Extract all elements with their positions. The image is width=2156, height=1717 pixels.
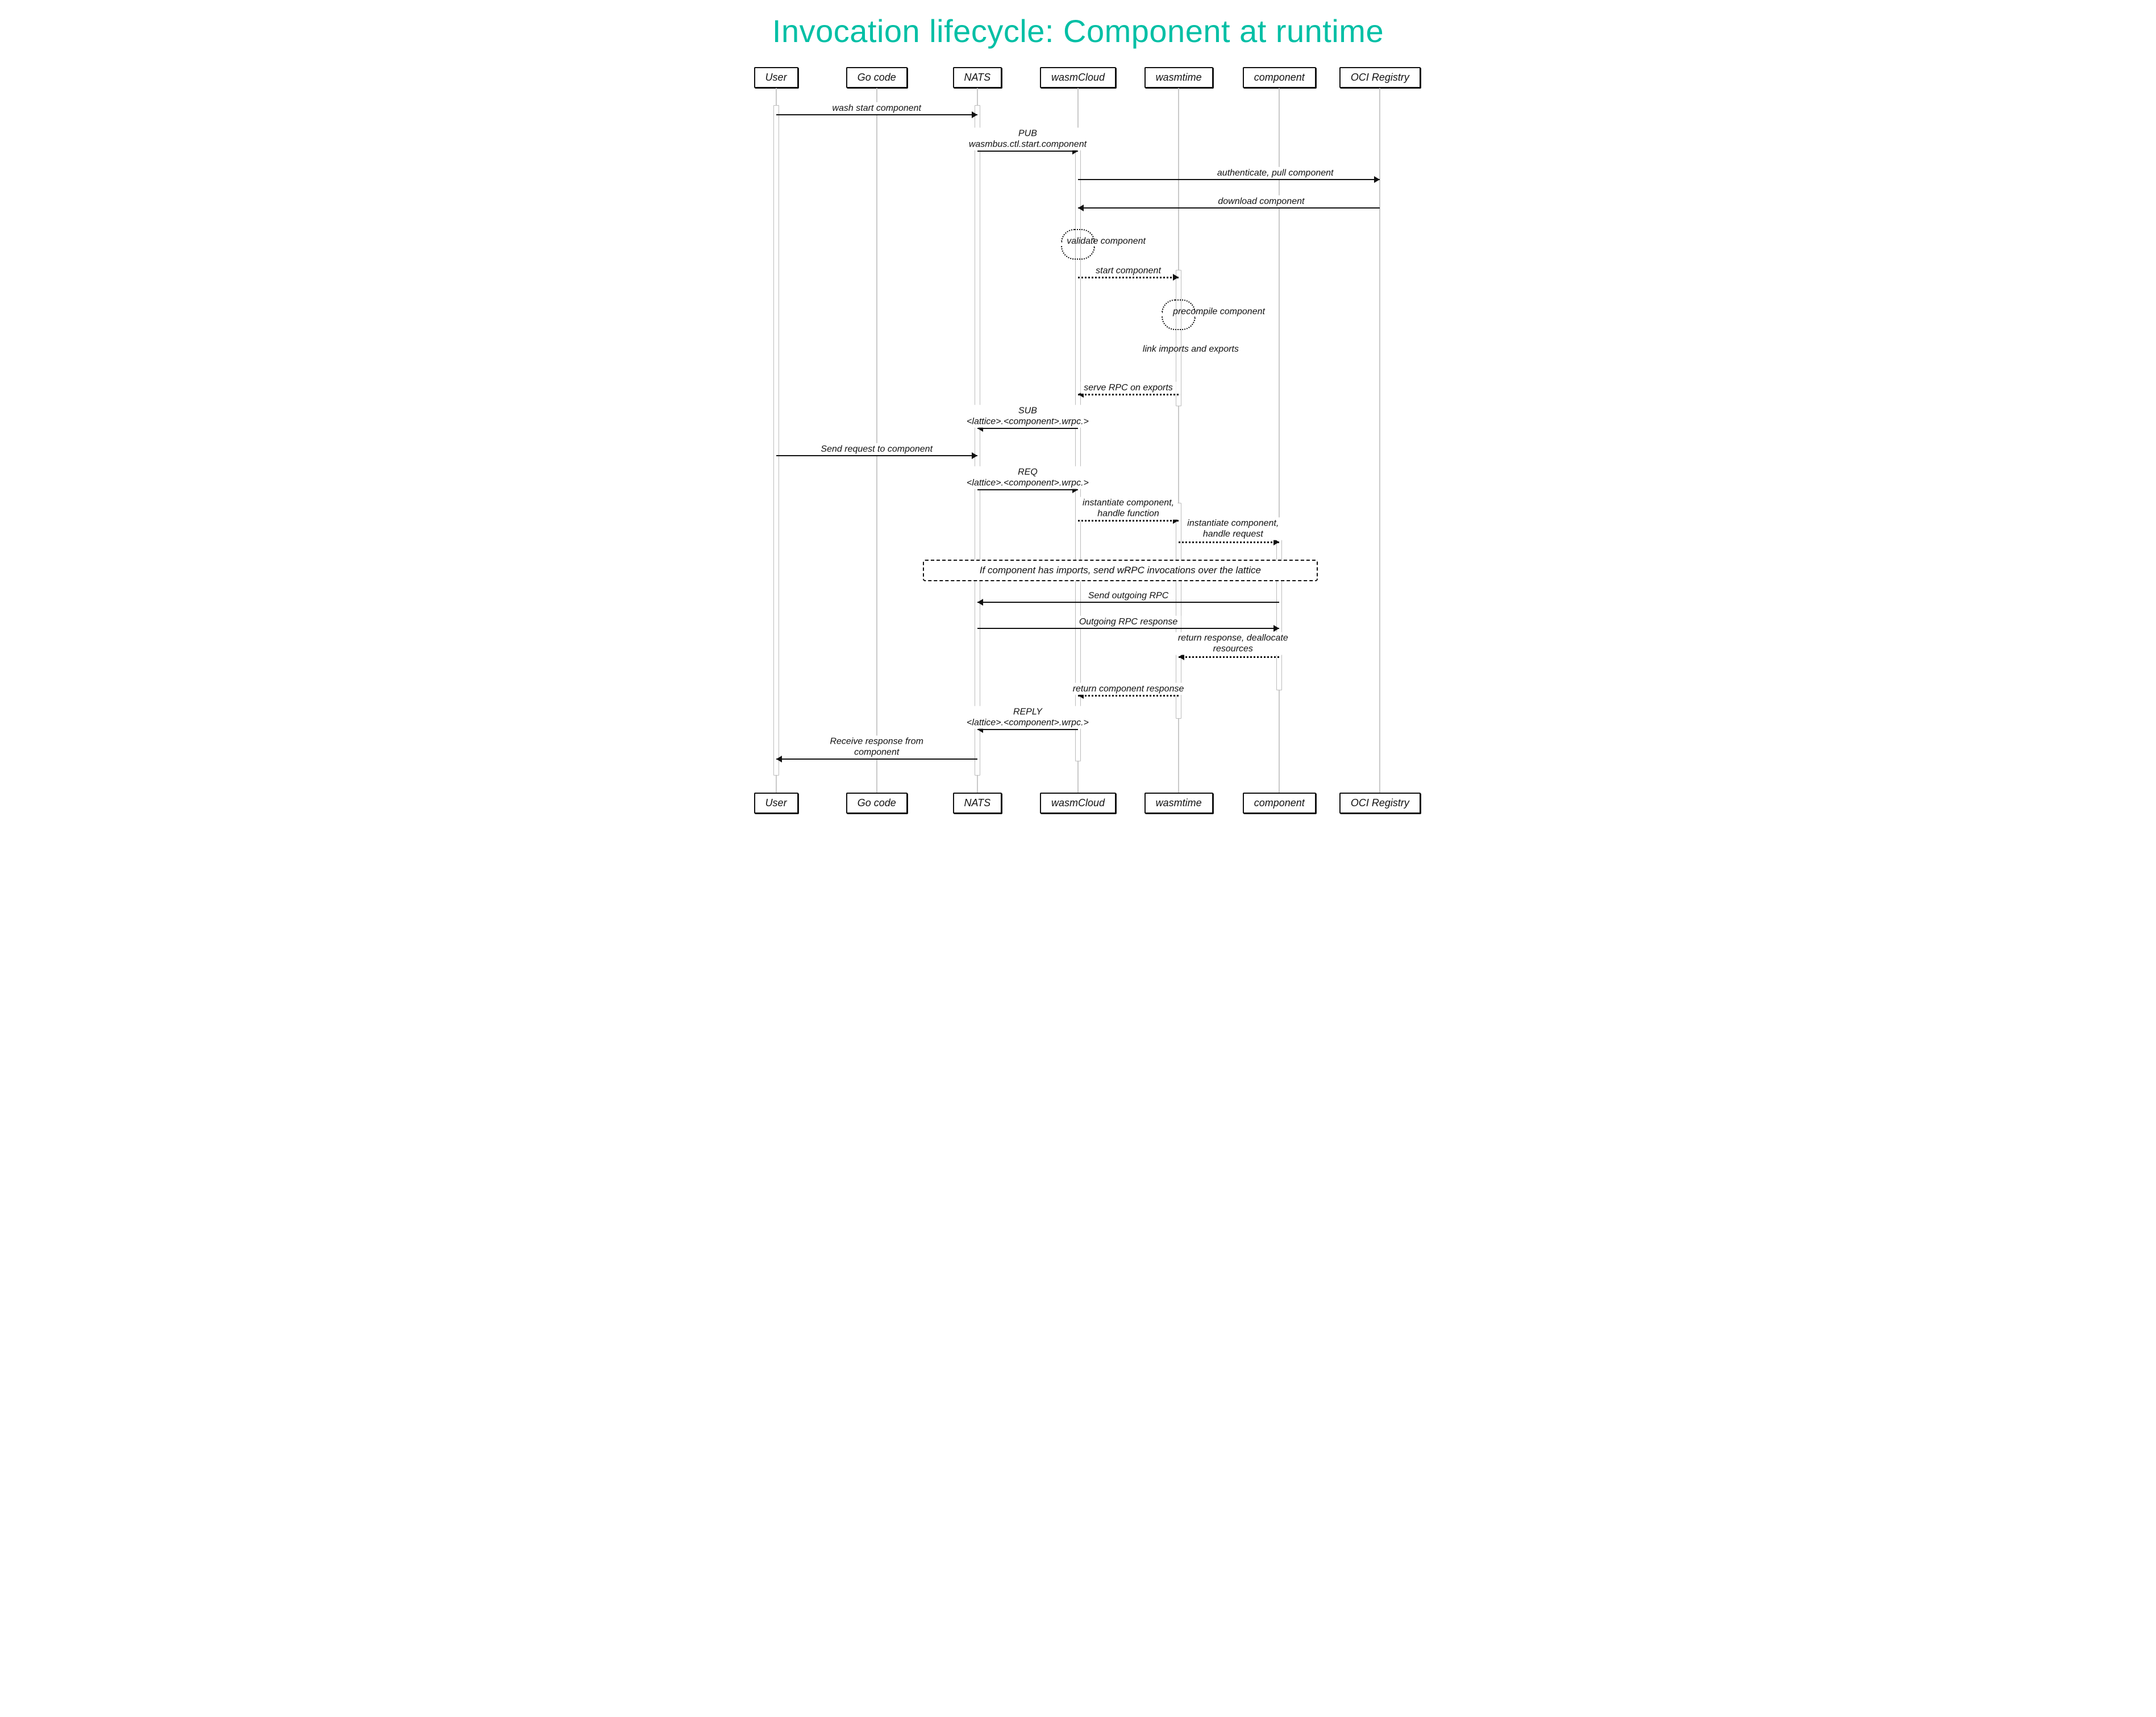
participant-ociregistry-b: OCI Registry: [1339, 793, 1421, 814]
lanes: wash start component PUB wasmbus.ctl.sta…: [726, 88, 1430, 793]
participant-wasmcloud-b: wasmCloud: [1040, 793, 1116, 814]
msg-precompile: precompile component: [1173, 306, 1265, 318]
participant-user: User: [754, 67, 798, 88]
participant-wasmtime-b: wasmtime: [1144, 793, 1213, 814]
participant-ociregistry: OCI Registry: [1339, 67, 1421, 88]
activation-nats: [975, 105, 980, 776]
frame-imports: If component has imports, send wRPC invo…: [923, 560, 1317, 581]
activation-component: [1276, 531, 1282, 690]
sequence-diagram: User Go code NATS wasmCloud wasmtime com…: [726, 67, 1430, 814]
msg-validate: validate component: [1067, 236, 1146, 247]
participants-bottom: User Go code NATS wasmCloud wasmtime com…: [726, 793, 1430, 814]
frame-imports-label: If component has imports, send wRPC invo…: [980, 565, 1261, 576]
participant-nats-b: NATS: [953, 793, 1002, 814]
participant-wasmtime: wasmtime: [1144, 67, 1213, 88]
page-title: Invocation lifecycle: Component at runti…: [7, 11, 2149, 51]
participants-top: User Go code NATS wasmCloud wasmtime com…: [726, 67, 1430, 88]
participant-user-b: User: [754, 793, 798, 814]
participant-component-b: component: [1243, 793, 1316, 814]
activation-wasmtime-1: [1176, 270, 1181, 406]
participant-gocode-b: Go code: [846, 793, 908, 814]
msg-link-imports: link imports and exports: [1143, 344, 1239, 355]
participant-gocode: Go code: [846, 67, 908, 88]
lifeline-ociregistry: [1379, 88, 1380, 793]
participant-nats: NATS: [953, 67, 1002, 88]
activation-user: [773, 105, 779, 776]
participant-wasmcloud: wasmCloud: [1040, 67, 1116, 88]
lifeline-gocode: [876, 88, 877, 793]
participant-component: component: [1243, 67, 1316, 88]
